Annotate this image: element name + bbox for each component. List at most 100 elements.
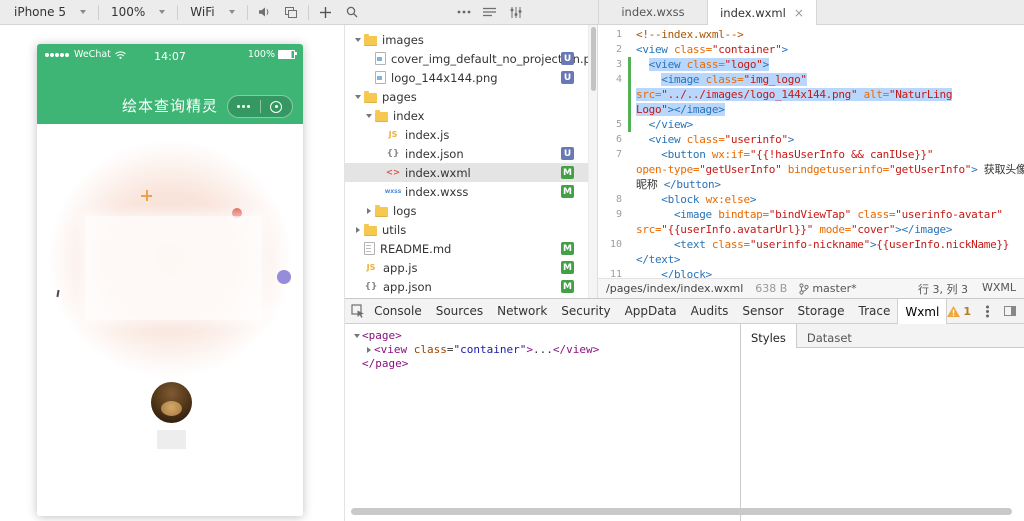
- code-row[interactable]: 10 <text class="userinfo-nickname">{{use…: [598, 237, 1024, 252]
- list-icon[interactable]: [477, 0, 503, 24]
- sound-icon[interactable]: [252, 0, 278, 24]
- token: class=: [687, 133, 725, 146]
- line-number: [598, 162, 626, 177]
- chevron-right-icon[interactable]: [353, 227, 363, 233]
- tab-close-icon[interactable]: ×: [794, 7, 804, 19]
- devtools-tab-appdata[interactable]: AppData: [618, 299, 684, 323]
- user-avatar[interactable]: [151, 382, 192, 423]
- sidebar-tab-styles[interactable]: Styles: [741, 324, 797, 348]
- tree-item[interactable]: utils: [345, 220, 588, 239]
- chevron-down-icon[interactable]: [353, 95, 363, 99]
- element-tree-row[interactable]: </page>: [345, 357, 740, 371]
- code-row[interactable]: 1<!--index.wxml-->: [598, 27, 1024, 42]
- devtools-tab-security[interactable]: Security: [554, 299, 617, 323]
- token: <image: [661, 73, 699, 86]
- sidebar-tab-dataset[interactable]: Dataset: [797, 324, 862, 347]
- devtools-tab-network[interactable]: Network: [490, 299, 554, 323]
- token: <page>: [362, 329, 402, 343]
- network-selector[interactable]: WiFi: [182, 0, 242, 24]
- capsule-more-button[interactable]: [228, 96, 260, 117]
- capsule-exit-button[interactable]: [261, 96, 293, 117]
- menu-icon[interactable]: [986, 310, 989, 313]
- code-row[interactable]: 3 <view class="logo">: [598, 57, 1024, 72]
- code-row[interactable]: 5 </view>: [598, 117, 1024, 132]
- editor-tab-index.wxml[interactable]: index.wxml ×: [708, 0, 817, 25]
- styles-pane: StylesDataset: [740, 324, 1024, 521]
- dock-icon[interactable]: [1004, 306, 1016, 316]
- code-row[interactable]: </text>: [598, 252, 1024, 267]
- divider: [98, 5, 99, 20]
- devtools-tab-sensor[interactable]: Sensor: [735, 299, 790, 323]
- zoom-selector[interactable]: 100%: [103, 0, 173, 24]
- more-icon[interactable]: [451, 0, 477, 24]
- devtools-tab-audits[interactable]: Audits: [684, 299, 736, 323]
- file-name: pages: [382, 90, 417, 104]
- chevron-right-icon[interactable]: [364, 208, 374, 214]
- tree-item[interactable]: {}app.jsonM: [345, 277, 588, 296]
- tree-item[interactable]: logs: [345, 201, 588, 220]
- code-row[interactable]: src="{{userInfo.avatarUrl}}" mode="cover…: [598, 222, 1024, 237]
- warning-indicator[interactable]: 1: [947, 305, 971, 318]
- tree-item[interactable]: pages: [345, 87, 588, 106]
- element-tree-row[interactable]: <view class="container">...</view>: [345, 343, 740, 357]
- code-row[interactable]: 7 <button wx:if="{{!hasUserInfo && canIU…: [598, 147, 1024, 162]
- code-row[interactable]: Logo"></image>: [598, 102, 1024, 117]
- token: ...: [533, 343, 553, 357]
- devtools-tab-sources[interactable]: Sources: [429, 299, 490, 323]
- tree-item[interactable]: JSapp.jsM: [345, 258, 588, 277]
- token: "userinfo": [725, 133, 788, 146]
- phone-simulator[interactable]: WeChat 14:07 100% 绘本查询精灵: [37, 44, 303, 516]
- code-row[interactable]: src="../../images/logo_144x144.png" alt=…: [598, 87, 1024, 102]
- element-tree-row[interactable]: <page>: [345, 329, 740, 343]
- code-row[interactable]: 4 <image class="img_logo": [598, 72, 1024, 87]
- code-row[interactable]: 9 <image bindtap="bindViewTap" class="us…: [598, 207, 1024, 222]
- selection-highlight: <view class="logo">: [649, 58, 769, 71]
- code-editor[interactable]: 1<!--index.wxml-->2<view class="containe…: [598, 25, 1024, 278]
- devtools-tab-console[interactable]: Console: [367, 299, 429, 323]
- tree-item[interactable]: README.mdM: [345, 239, 588, 258]
- file-name: index.wxml: [405, 166, 471, 180]
- collapse-arrow-icon[interactable]: [363, 347, 374, 353]
- code-row[interactable]: 8 <block wx:else>: [598, 192, 1024, 207]
- code-row[interactable]: 昵称 </button>: [598, 177, 1024, 192]
- devtools-tab-wxml[interactable]: Wxml: [897, 299, 947, 324]
- tree-item[interactable]: <>index.wxmlM: [345, 163, 588, 182]
- code-row[interactable]: 6 <view class="userinfo">: [598, 132, 1024, 147]
- token: wx:if=: [712, 148, 750, 161]
- tree-item[interactable]: index: [345, 106, 588, 125]
- sliders-icon[interactable]: [503, 0, 529, 24]
- tree-item[interactable]: {}index.jsonU: [345, 144, 588, 163]
- editor-tab-index.wxss[interactable]: index.wxss: [599, 0, 708, 24]
- token: class=: [687, 58, 725, 71]
- panels-icon[interactable]: [278, 0, 304, 24]
- devtools-tab-trace[interactable]: Trace: [852, 299, 898, 323]
- code-row[interactable]: 2<view class="container">: [598, 42, 1024, 57]
- code-row[interactable]: open-type="getUserInfo" bindgetuserinfo=…: [598, 162, 1024, 177]
- tree-item[interactable]: images: [345, 30, 588, 49]
- devtools-tab-storage[interactable]: Storage: [791, 299, 852, 323]
- search-icon[interactable]: [339, 0, 365, 24]
- tree-item[interactable]: logo_144x144.pngU: [345, 68, 588, 87]
- line-number: 5: [598, 117, 626, 132]
- tree-item[interactable]: JSindex.js: [345, 125, 588, 144]
- token: >: [750, 193, 756, 206]
- element-picker-icon[interactable]: [349, 304, 367, 318]
- add-icon[interactable]: [313, 0, 339, 24]
- horizontal-scrollbar[interactable]: [351, 508, 1012, 515]
- token: "bindViewTap": [769, 208, 851, 221]
- indent: [636, 73, 661, 86]
- tree-item[interactable]: wxssindex.wxssM: [345, 182, 588, 201]
- token: 获取头像: [977, 163, 1024, 176]
- expand-arrow-icon[interactable]: [351, 334, 362, 338]
- tab-label: index.wxml: [720, 6, 786, 20]
- divider: [308, 5, 309, 20]
- code-row[interactable]: 11 </block>: [598, 267, 1024, 278]
- tree-item[interactable]: cover_img_default_no_projection.pngU: [345, 49, 588, 68]
- line-number: 3: [598, 57, 626, 72]
- device-selector[interactable]: iPhone 5: [6, 0, 94, 24]
- file-name: utils: [382, 223, 406, 237]
- chevron-down-icon[interactable]: [364, 114, 374, 118]
- chevron-down-icon[interactable]: [353, 38, 363, 42]
- file-tree-scrollbar[interactable]: [588, 25, 597, 298]
- scrollbar-thumb[interactable]: [591, 27, 596, 91]
